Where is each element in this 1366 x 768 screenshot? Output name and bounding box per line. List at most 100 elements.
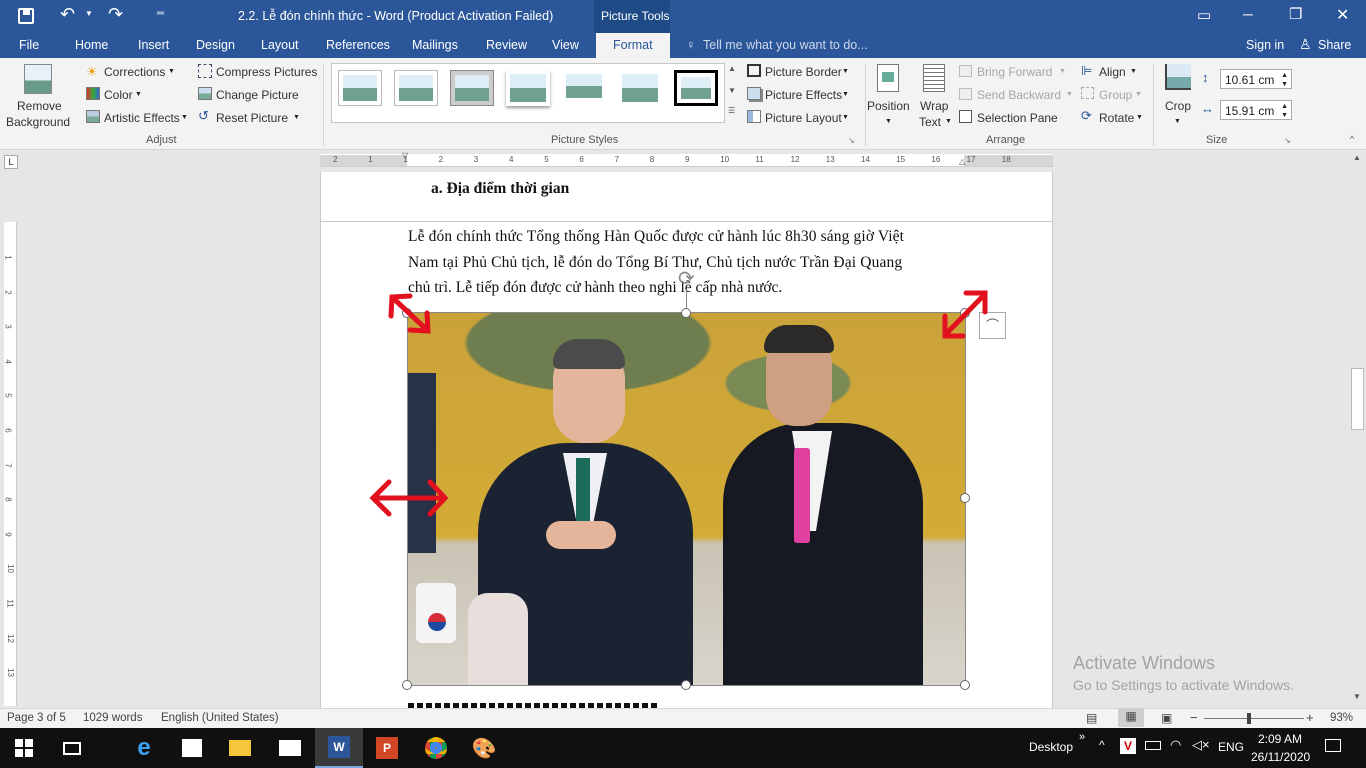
bring-forward-button[interactable]: Bring Forward — [977, 65, 1052, 79]
task-view-icon[interactable] — [48, 728, 96, 768]
chrome-icon[interactable] — [412, 728, 460, 768]
rotate-dropdown-icon[interactable]: ▼ — [1136, 114, 1143, 121]
zoom-in-icon[interactable]: + — [1306, 710, 1314, 725]
height-input[interactable]: 10.61 cm ▲ ▼ — [1220, 69, 1292, 89]
tab-design[interactable]: Design — [196, 33, 235, 58]
sign-in-link[interactable]: Sign in — [1246, 38, 1284, 52]
artistic-effects-button[interactable]: Artistic Effects — [104, 111, 180, 125]
read-mode-icon[interactable]: ▤ — [1086, 711, 1097, 725]
close-button[interactable]: ✕ — [1336, 5, 1349, 25]
redo-icon[interactable]: ↷ — [108, 4, 123, 25]
gallery-up-icon[interactable]: ▲ — [728, 64, 736, 73]
crop-button[interactable]: Crop — [1165, 99, 1191, 113]
effects-dropdown-icon[interactable]: ▼ — [842, 91, 849, 98]
start-button[interactable] — [0, 728, 48, 768]
rotate-handle-icon[interactable]: ⟳ — [678, 266, 695, 291]
store-icon[interactable] — [168, 728, 216, 768]
style-thumb-6[interactable] — [618, 70, 662, 106]
gallery-more-icon[interactable]: ☰ — [728, 106, 735, 115]
layout-options-button[interactable]: ⌒ — [979, 312, 1006, 339]
corrections-dropdown-icon[interactable]: ▼ — [168, 68, 175, 75]
position-dropdown-icon[interactable]: ▼ — [885, 118, 892, 125]
page-count[interactable]: Page 3 of 5 — [7, 712, 66, 724]
zoom-slider-thumb[interactable] — [1247, 713, 1251, 724]
collapse-ribbon-icon[interactable]: ^ — [1350, 134, 1354, 144]
wrap-text-button[interactable]: Wrap — [920, 99, 948, 113]
clock-date[interactable]: 26/11/2020 — [1251, 750, 1310, 764]
paint-icon[interactable]: 🎨 — [460, 728, 508, 768]
rotate-button[interactable]: Rotate — [1099, 111, 1134, 125]
ribbon-display-icon[interactable]: ▭ — [1197, 6, 1211, 24]
reset-dropdown-icon[interactable]: ▼ — [293, 114, 300, 121]
volume-icon[interactable]: ◁× — [1192, 737, 1210, 753]
indent-marker-icon[interactable]: ▽ — [402, 151, 408, 160]
tab-references[interactable]: References — [326, 33, 390, 58]
picture-layout-button[interactable]: Picture Layout — [765, 111, 842, 125]
tab-home[interactable]: Home — [75, 33, 108, 58]
tab-view[interactable]: View — [552, 33, 579, 58]
resize-handle-se[interactable] — [960, 680, 970, 690]
artistic-dropdown-icon[interactable]: ▼ — [181, 114, 188, 121]
right-indent-marker-icon[interactable]: △ — [959, 157, 965, 166]
minimize-button[interactable]: ─ — [1243, 6, 1253, 22]
zoom-level[interactable]: 93% — [1330, 712, 1353, 724]
save-icon[interactable] — [18, 8, 34, 24]
style-thumb-3[interactable] — [450, 70, 494, 106]
resize-handle-nw[interactable] — [402, 308, 412, 318]
position-button[interactable]: Position — [867, 99, 910, 113]
send-backward-button[interactable]: Send Backward — [977, 88, 1061, 102]
group-dropdown-icon[interactable]: ▼ — [1135, 91, 1142, 98]
desktop-toolbar[interactable]: Desktop — [1029, 740, 1073, 754]
tab-format[interactable]: Format — [596, 33, 670, 58]
toolbar-expand-icon[interactable]: » — [1079, 731, 1085, 743]
tab-selector-icon[interactable]: L — [4, 155, 18, 169]
remove-background-button[interactable]: Remove — [17, 99, 62, 113]
share-button[interactable]: Share — [1318, 38, 1351, 52]
wifi-icon[interactable]: ◠ — [1170, 737, 1181, 753]
tab-mailings[interactable]: Mailings — [412, 33, 458, 58]
word-taskbar-icon[interactable]: W — [315, 728, 363, 768]
show-hidden-icons-icon[interactable]: ^ — [1099, 738, 1105, 752]
scroll-down-icon[interactable]: ▼ — [1353, 692, 1361, 701]
size-launcher-icon[interactable]: ↘ — [1284, 136, 1291, 145]
restore-button[interactable]: ❐ — [1289, 5, 1302, 23]
picture-effects-button[interactable]: Picture Effects — [765, 88, 842, 102]
styles-launcher-icon[interactable]: ↘ — [848, 136, 855, 145]
undo-dropdown-icon[interactable]: ▼ — [85, 9, 93, 18]
border-dropdown-icon[interactable]: ▼ — [842, 68, 849, 75]
resize-handle-ne[interactable] — [960, 308, 970, 318]
resize-handle-s[interactable] — [681, 680, 691, 690]
align-dropdown-icon[interactable]: ▼ — [1130, 68, 1137, 75]
corrections-button[interactable]: Corrections — [104, 65, 165, 79]
selection-pane-button[interactable]: Selection Pane — [977, 111, 1058, 125]
tab-file[interactable]: File — [19, 33, 39, 58]
customize-qat-icon[interactable]: ═ — [157, 8, 164, 19]
color-dropdown-icon[interactable]: ▼ — [135, 91, 142, 98]
tab-review[interactable]: Review — [486, 33, 527, 58]
clock-time[interactable]: 2:09 AM — [1258, 732, 1302, 746]
bring-dropdown-icon[interactable]: ▼ — [1059, 68, 1066, 75]
height-spinner-icon[interactable]: ▲ ▼ — [1281, 71, 1288, 89]
resize-handle-sw[interactable] — [402, 680, 412, 690]
compress-pictures-button[interactable]: Compress Pictures — [216, 65, 317, 79]
resize-handle-n[interactable] — [681, 308, 691, 318]
resize-handle-e[interactable] — [960, 493, 970, 503]
change-picture-button[interactable]: Change Picture — [216, 88, 299, 102]
tab-layout[interactable]: Layout — [261, 33, 299, 58]
style-thumb-4[interactable] — [506, 70, 550, 106]
tell-me-box[interactable]: Tell me what you want to do... — [703, 38, 868, 52]
align-button[interactable]: Align — [1099, 65, 1126, 79]
notifications-icon[interactable] — [1325, 739, 1341, 752]
picture-border-button[interactable]: Picture Border — [765, 65, 842, 79]
reset-picture-button[interactable]: Reset Picture — [216, 111, 288, 125]
style-thumb-1[interactable] — [338, 70, 382, 106]
powerpoint-icon[interactable]: P — [363, 728, 411, 768]
style-thumb-5[interactable] — [562, 70, 606, 106]
zoom-out-icon[interactable]: − — [1190, 710, 1198, 725]
antivirus-icon[interactable]: V — [1120, 738, 1136, 754]
print-layout-icon[interactable]: ▦ — [1118, 709, 1144, 727]
layout-dropdown-icon[interactable]: ▼ — [842, 114, 849, 121]
group-button[interactable]: Group — [1099, 88, 1132, 102]
crop-dropdown-icon[interactable]: ▼ — [1174, 118, 1181, 125]
color-button[interactable]: Color — [104, 88, 133, 102]
